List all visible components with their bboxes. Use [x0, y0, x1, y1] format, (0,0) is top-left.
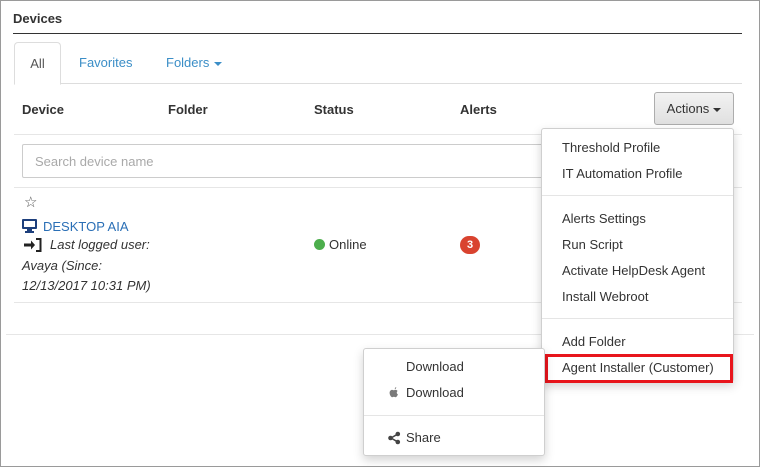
- menu-divider: [542, 195, 733, 196]
- caret-down-icon: [214, 61, 223, 66]
- caret-down-icon: [713, 107, 722, 112]
- menu-item-add-folder[interactable]: Add Folder: [562, 333, 626, 351]
- apple-icon: [389, 386, 398, 397]
- search-device-input[interactable]: [22, 144, 552, 178]
- windows-icon: [387, 360, 401, 374]
- actions-button-label: Actions: [666, 101, 710, 116]
- share-label: Share: [406, 430, 441, 445]
- share-item[interactable]: Share: [387, 430, 441, 445]
- column-header-device[interactable]: Device: [22, 102, 64, 117]
- last-logged-label: Last logged user:: [50, 237, 150, 252]
- menu-item-activate-helpdesk-agent[interactable]: Activate HelpDesk Agent: [562, 262, 705, 280]
- tab-favorites[interactable]: Favorites: [79, 42, 132, 84]
- last-logged-since: 12/13/2017 10:31 PM): [22, 278, 151, 293]
- favorite-star-icon[interactable]: ☆: [24, 194, 37, 212]
- device-status: Online: [314, 237, 367, 252]
- tab-folders-label: Folders: [166, 55, 210, 70]
- tab-folders[interactable]: Folders: [166, 42, 223, 84]
- panel-title: Devices: [13, 11, 63, 26]
- status-text: Online: [329, 237, 367, 252]
- share-icon: [388, 431, 401, 444]
- sign-in-icon: [24, 237, 42, 252]
- menu-item-threshold-profile[interactable]: Threshold Profile: [562, 139, 660, 157]
- device-name-row: DESKTOP AIA: [22, 217, 129, 235]
- tab-all[interactable]: All: [14, 42, 61, 85]
- online-status-icon: [314, 239, 325, 250]
- alerts-count-badge[interactable]: 3: [460, 236, 480, 254]
- column-header-status[interactable]: Status: [314, 102, 354, 117]
- column-header-folder[interactable]: Folder: [168, 102, 208, 117]
- devices-panel: Devices All Favorites Folders Device Fol…: [0, 0, 760, 467]
- actions-button[interactable]: Actions: [654, 92, 734, 125]
- download-mac-item[interactable]: Download: [387, 385, 464, 400]
- menu-item-alerts-settings[interactable]: Alerts Settings: [562, 210, 646, 228]
- menu-item-it-automation-profile[interactable]: IT Automation Profile: [562, 165, 682, 183]
- download-windows-item[interactable]: Download: [387, 359, 464, 374]
- highlight-box: [545, 354, 733, 383]
- installer-submenu: Download Download Share: [363, 348, 545, 456]
- menu-item-run-script[interactable]: Run Script: [562, 236, 623, 254]
- actions-dropdown-menu: Threshold Profile IT Automation Profile …: [541, 128, 734, 382]
- download-windows-label: Download: [406, 359, 464, 374]
- download-mac-label: Download: [406, 385, 464, 400]
- menu-divider: [364, 415, 544, 416]
- title-divider: [13, 33, 742, 34]
- last-logged-user-row: Last logged user:: [22, 237, 150, 252]
- menu-item-install-webroot[interactable]: Install Webroot: [562, 288, 648, 306]
- last-logged-user-name: Avaya (Since:: [22, 258, 102, 273]
- device-tabs: All Favorites Folders: [14, 42, 742, 85]
- monitor-icon: [22, 219, 37, 233]
- column-header-alerts[interactable]: Alerts: [460, 102, 497, 117]
- device-name-link[interactable]: DESKTOP AIA: [43, 219, 129, 234]
- menu-divider: [542, 318, 733, 319]
